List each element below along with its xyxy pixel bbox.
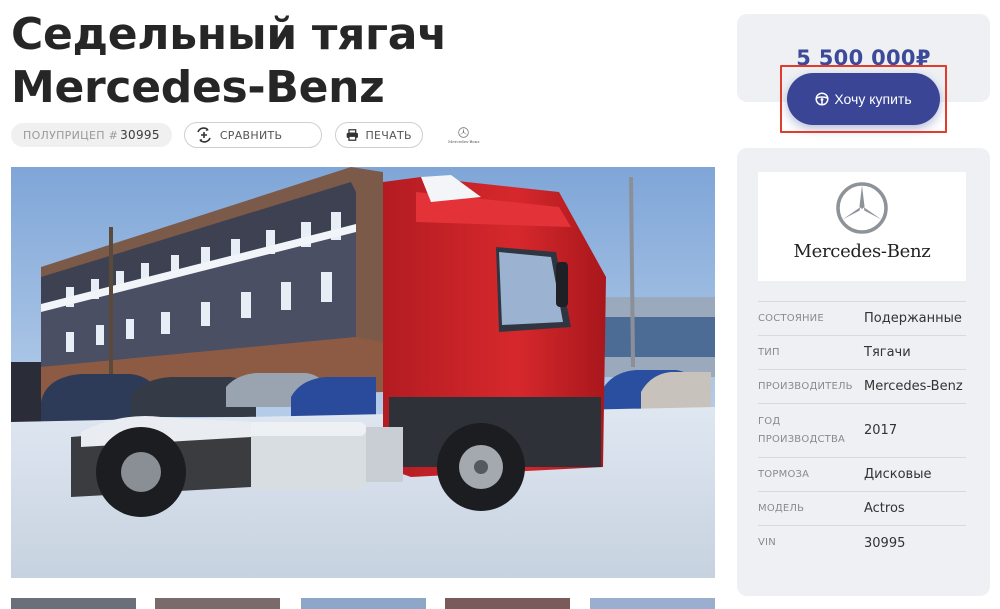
spec-row: ТОРМОЗА Дисковые xyxy=(758,458,966,492)
spec-label: VIN xyxy=(758,537,776,548)
spec-value: 30995 xyxy=(864,535,906,551)
spec-value: Подержанные xyxy=(864,311,962,326)
lot-prefix: ПОЛУПРИЦЕП # xyxy=(23,128,119,142)
spec-row: ПРОИЗВОДИТЕЛЬ Mercedes-Benz xyxy=(758,370,966,404)
spec-label: ТОРМОЗА xyxy=(758,468,810,480)
thumbnail[interactable] xyxy=(301,598,426,609)
spec-value: Дисковые xyxy=(864,467,932,482)
spec-label: ПРОИЗВОДИТЕЛЬ xyxy=(758,380,853,392)
brand-logo: Mercedes-Benz xyxy=(758,172,966,281)
spec-card: Mercedes-Benz СОСТОЯНИЕ Подержанные ТИП … xyxy=(737,148,990,596)
mercedes-star-icon xyxy=(458,126,470,138)
lot-number: 30995 xyxy=(120,128,160,142)
spec-label: МОДЕЛЬ xyxy=(758,502,805,514)
brand-mini-text: Mercedes-Benz xyxy=(448,138,480,144)
spec-row: ГОД ПРОИЗВОДСТВА 2017 xyxy=(758,404,966,458)
spec-label: СОСТОЯНИЕ xyxy=(758,312,824,324)
compare-button[interactable]: СРАВНИТЬ xyxy=(183,122,322,148)
brand-logo-text: Mercedes-Benz xyxy=(793,241,931,262)
print-label: ПЕЧАТЬ xyxy=(365,128,412,142)
spec-value: Тягачи xyxy=(864,345,911,360)
spec-value: Mercedes-Benz xyxy=(864,379,963,394)
thumbnail-strip xyxy=(11,598,715,609)
spec-value: Actros xyxy=(864,501,905,516)
listing-meta-row: ПОЛУПРИЦЕП # 30995 СРАВНИТЬ ПЕЧАТЬ Merce… xyxy=(11,122,479,148)
spec-row: МОДЕЛЬ Actros xyxy=(758,492,966,526)
thumbnail[interactable] xyxy=(590,598,715,609)
truck-photo xyxy=(11,167,715,578)
lot-badge: ПОЛУПРИЦЕП # 30995 xyxy=(11,123,172,147)
spec-row: СОСТОЯНИЕ Подержанные xyxy=(758,302,966,336)
thumbnail[interactable] xyxy=(445,598,570,609)
spec-row: VIN 30995 xyxy=(758,526,966,560)
thumbnail[interactable] xyxy=(11,598,136,609)
buy-button-highlight xyxy=(780,65,947,133)
spec-label: ТИП xyxy=(758,346,780,358)
page-title: Седельный тягач Mercedes-Benz xyxy=(11,9,448,113)
spec-table: СОСТОЯНИЕ Подержанные ТИП Тягачи ПРОИЗВО… xyxy=(758,301,966,560)
main-photo[interactable] xyxy=(11,167,715,578)
brand-mini-logo: Mercedes-Benz xyxy=(448,126,480,144)
compare-label: СРАВНИТЬ xyxy=(219,128,283,142)
print-button[interactable]: ПЕЧАТЬ xyxy=(334,122,423,148)
spec-value: 2017 xyxy=(864,423,898,438)
mercedes-star-icon xyxy=(836,182,888,234)
compare-icon xyxy=(197,127,211,143)
thumbnail[interactable] xyxy=(155,598,280,609)
print-icon xyxy=(346,129,358,141)
spec-label: ГОД ПРОИЗВОДСТВА xyxy=(758,415,846,445)
spec-row: ТИП Тягачи xyxy=(758,336,966,370)
